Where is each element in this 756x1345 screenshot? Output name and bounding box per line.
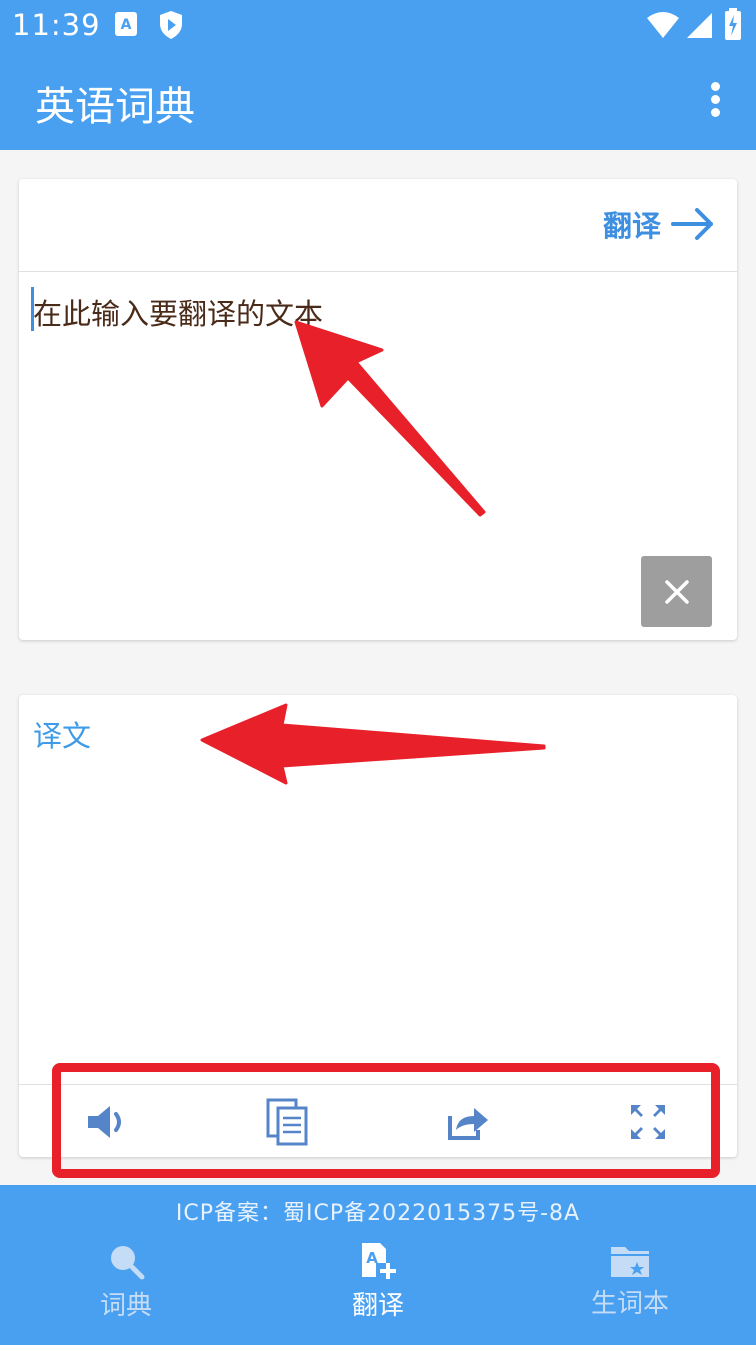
nav-item-dictionary[interactable]: 词典 <box>36 1241 216 1322</box>
annotation-arrow-output <box>200 703 546 785</box>
search-icon <box>111 1246 145 1280</box>
translate-icon: A <box>362 1243 396 1279</box>
folder-star-icon <box>611 1247 649 1277</box>
icp-record: ICP备案：蜀ICP备2022015375号-8A <box>175 1201 581 1226</box>
nav-label-vocabulary: 生词本 <box>590 1289 669 1319</box>
nav-item-vocabulary[interactable]: 生词本 <box>540 1241 720 1320</box>
nav-label-dictionary: 词典 <box>99 1291 152 1321</box>
bottom-navigation: ICP备案：蜀ICP备2022015375号-8A 词典 A 翻译 生词本 <box>0 1185 756 1345</box>
nav-label-translate: 翻译 <box>351 1291 404 1321</box>
annotation-arrow-input <box>294 320 486 517</box>
annotation-highlight-box <box>52 1063 720 1178</box>
nav-item-translate[interactable]: A 翻译 <box>288 1241 468 1322</box>
svg-text:A: A <box>366 1249 378 1267</box>
